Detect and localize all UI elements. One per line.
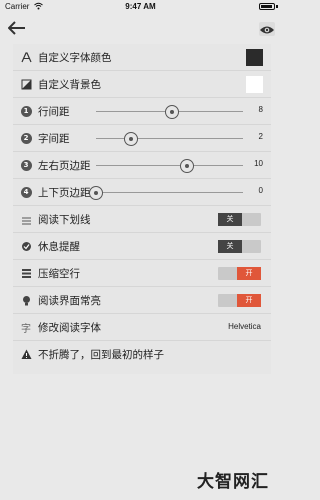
vertical-margin-value: 0 bbox=[258, 186, 263, 195]
status-bar: Carrier 9:47 AM bbox=[0, 0, 281, 14]
keep-screen-on-label: 阅读界面常亮 bbox=[38, 295, 101, 307]
bg-color-label: 自定义背景色 bbox=[38, 79, 101, 91]
watermark-logo: 大智网汇 bbox=[197, 472, 269, 492]
horizontal-margin-slider-track[interactable] bbox=[96, 165, 243, 166]
settings-panel: 自定义字体颜色 自定义背景色 1 行间距 8 2 字间距 2 3 左右页边距 1… bbox=[13, 44, 271, 374]
horizontal-margin-row: 3 左右页边距 10 bbox=[13, 152, 271, 179]
line-spacing-value: 8 bbox=[258, 105, 263, 114]
change-font-row[interactable]: 字 修改阅读字体 Helvetica bbox=[13, 314, 271, 341]
line-spacing-slider-thumb[interactable] bbox=[165, 105, 180, 119]
screen-on-icon bbox=[20, 294, 32, 306]
vertical-margin-label: 上下页边距 bbox=[38, 187, 91, 199]
keep-screen-on-toggle[interactable]: 开 bbox=[218, 294, 261, 307]
nav-bar bbox=[0, 14, 281, 44]
warning-icon bbox=[20, 348, 32, 360]
bg-color-icon bbox=[20, 78, 32, 90]
font-color-swatch[interactable] bbox=[246, 49, 263, 66]
horizontal-margin-label: 左右页边距 bbox=[38, 160, 91, 172]
clock: 9:47 AM bbox=[125, 2, 156, 11]
number-1-icon: 1 bbox=[20, 105, 32, 117]
rest-reminder-toggle[interactable]: 关 bbox=[218, 240, 261, 253]
battery-cap bbox=[276, 5, 278, 8]
bg-color-row[interactable]: 自定义背景色 bbox=[13, 71, 271, 98]
eye-icon[interactable] bbox=[259, 22, 275, 36]
reading-underline-toggle[interactable]: 关 bbox=[218, 213, 261, 226]
keep-screen-on-row: 阅读界面常亮 开 bbox=[13, 287, 271, 314]
reset-label: 不折腾了，回到最初的样子 bbox=[38, 349, 164, 361]
number-3-icon: 3 bbox=[20, 159, 32, 171]
letter-spacing-label: 字间距 bbox=[38, 133, 70, 145]
horizontal-margin-value: 10 bbox=[254, 159, 263, 168]
horizontal-margin-slider-thumb[interactable] bbox=[180, 159, 195, 173]
letter-spacing-slider-track[interactable] bbox=[96, 138, 243, 139]
reading-underline-row: 阅读下划线 关 bbox=[13, 206, 271, 233]
number-4-icon: 4 bbox=[20, 186, 32, 198]
rest-reminder-icon bbox=[20, 240, 32, 252]
reset-row[interactable]: 不折腾了，回到最初的样子 bbox=[13, 341, 271, 368]
current-font-value: Helvetica bbox=[228, 322, 261, 331]
bg-color-swatch[interactable] bbox=[246, 76, 263, 93]
vertical-margin-slider-thumb[interactable] bbox=[89, 186, 103, 200]
compress-lines-toggle[interactable]: 开 bbox=[218, 267, 261, 280]
vertical-margin-row: 4 上下页边距 0 bbox=[13, 179, 271, 206]
number-2-icon: 2 bbox=[20, 132, 32, 144]
letter-spacing-row: 2 字间距 2 bbox=[13, 125, 271, 152]
line-spacing-label: 行间距 bbox=[38, 106, 70, 118]
font-color-row[interactable]: 自定义字体颜色 bbox=[13, 44, 271, 71]
reading-underline-label: 阅读下划线 bbox=[38, 214, 91, 226]
vertical-margin-slider-track[interactable] bbox=[96, 192, 243, 193]
line-spacing-row: 1 行间距 8 bbox=[13, 98, 271, 125]
compress-lines-label: 压缩空行 bbox=[38, 268, 80, 280]
compress-lines-row: 压缩空行 开 bbox=[13, 260, 271, 287]
font-color-icon bbox=[20, 51, 32, 63]
underline-icon bbox=[20, 213, 32, 225]
letter-spacing-value: 2 bbox=[258, 132, 263, 141]
rest-reminder-row: 休息提醒 关 bbox=[13, 233, 271, 260]
letter-spacing-slider-thumb[interactable] bbox=[124, 132, 139, 146]
compress-lines-icon bbox=[20, 267, 32, 279]
font-icon: 字 bbox=[21, 323, 31, 335]
rest-reminder-label: 休息提醒 bbox=[38, 241, 80, 253]
font-color-label: 自定义字体颜色 bbox=[38, 52, 112, 64]
battery-icon bbox=[259, 3, 275, 10]
back-arrow-icon[interactable] bbox=[7, 20, 26, 36]
change-font-label: 修改阅读字体 bbox=[38, 322, 101, 334]
